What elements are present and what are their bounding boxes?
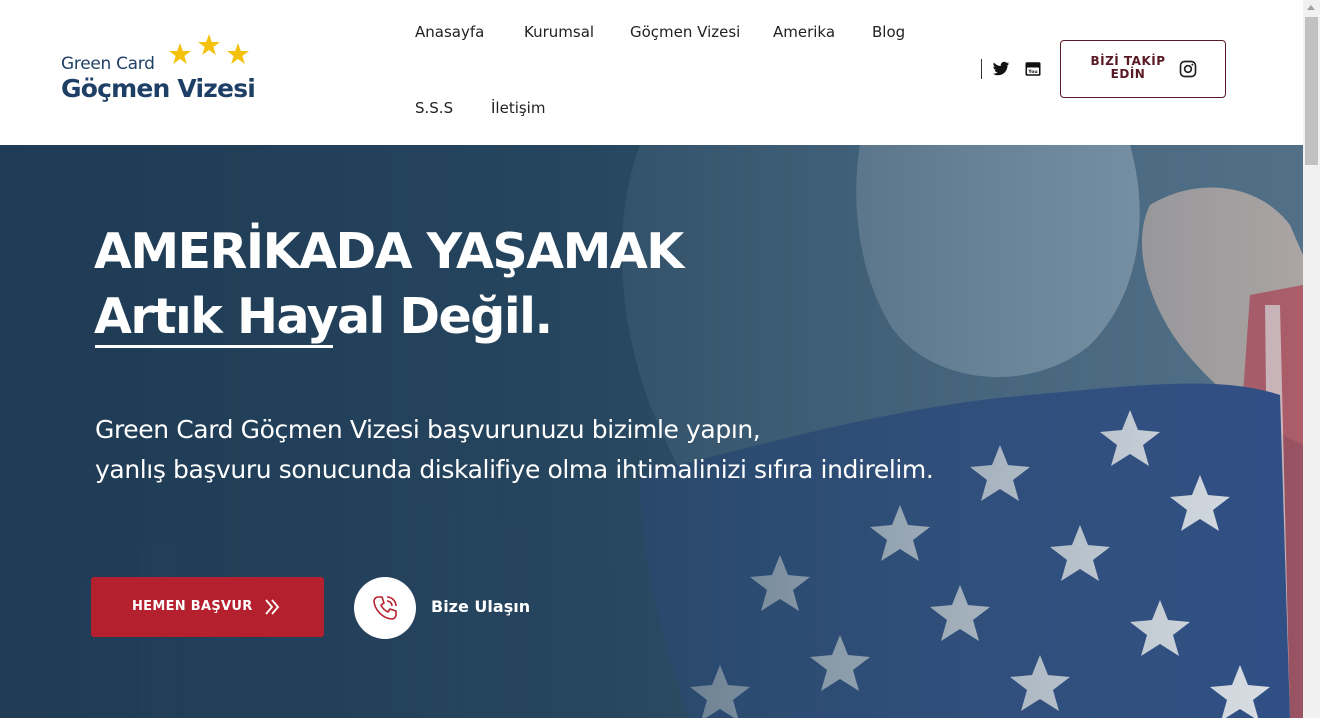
hero-title-line2: Artık Hayal Değil. — [94, 288, 553, 345]
instagram-icon — [1179, 60, 1197, 78]
scrollbar-thumb[interactable] — [1305, 17, 1318, 165]
apply-now-button[interactable]: HEMEN BAŞVUR — [91, 577, 324, 637]
nav-item-sss[interactable]: S.S.S — [415, 99, 453, 117]
nav-item-gocmen-vizesi[interactable]: Göçmen Vizesi — [630, 23, 740, 41]
hero-subtitle: Green Card Göçmen Vizesi başvurunuzu biz… — [95, 410, 934, 490]
hero-subtitle-line2: yanlış başvuru sonucunda diskalifiye olm… — [95, 455, 934, 484]
contact-call-button[interactable] — [354, 577, 416, 639]
twitter-icon[interactable] — [992, 60, 1010, 78]
nav-divider — [981, 59, 982, 79]
logo-text-big: Göçmen Vizesi — [61, 74, 256, 103]
apply-now-label: HEMEN BAŞVUR — [132, 599, 253, 614]
hero-section: AMERİKADA YAŞAMAK Artık Hayal Değil. Gre… — [0, 145, 1303, 718]
scroll-up-arrow-icon[interactable] — [1307, 5, 1315, 10]
page-scrollbar[interactable] — [1303, 0, 1320, 718]
nav-item-anasayfa[interactable]: Anasayfa — [415, 23, 484, 41]
nav-item-amerika[interactable]: Amerika — [773, 23, 835, 41]
phone-icon — [373, 596, 397, 620]
logo-stars-icon — [169, 34, 249, 64]
contact-us-link[interactable]: Bize Ulaşın — [431, 597, 530, 616]
hero-title-line1: AMERİKADA YAŞAMAK — [94, 223, 684, 280]
nav-item-blog[interactable]: Blog — [872, 23, 905, 41]
site-header: Green Card Göçmen Vizesi Anasayfa Kurums… — [0, 0, 1303, 145]
double-chevron-right-icon — [265, 599, 280, 615]
follow-us-label: BİZİ TAKİP EDİN — [1090, 54, 1166, 81]
svg-text:You: You — [1027, 69, 1037, 75]
hero-title-underline — [95, 345, 333, 348]
hero-subtitle-line1: Green Card Göçmen Vizesi başvurunuzu biz… — [95, 415, 761, 444]
follow-us-button[interactable]: BİZİ TAKİP EDİN — [1060, 40, 1226, 98]
nav-item-kurumsal[interactable]: Kurumsal — [524, 23, 594, 41]
nav-item-iletisim[interactable]: İletişim — [491, 99, 545, 117]
site-logo[interactable]: Green Card Göçmen Vizesi — [61, 34, 261, 104]
logo-text-small: Green Card — [61, 54, 155, 74]
youtube-icon[interactable]: You — [1024, 60, 1042, 78]
